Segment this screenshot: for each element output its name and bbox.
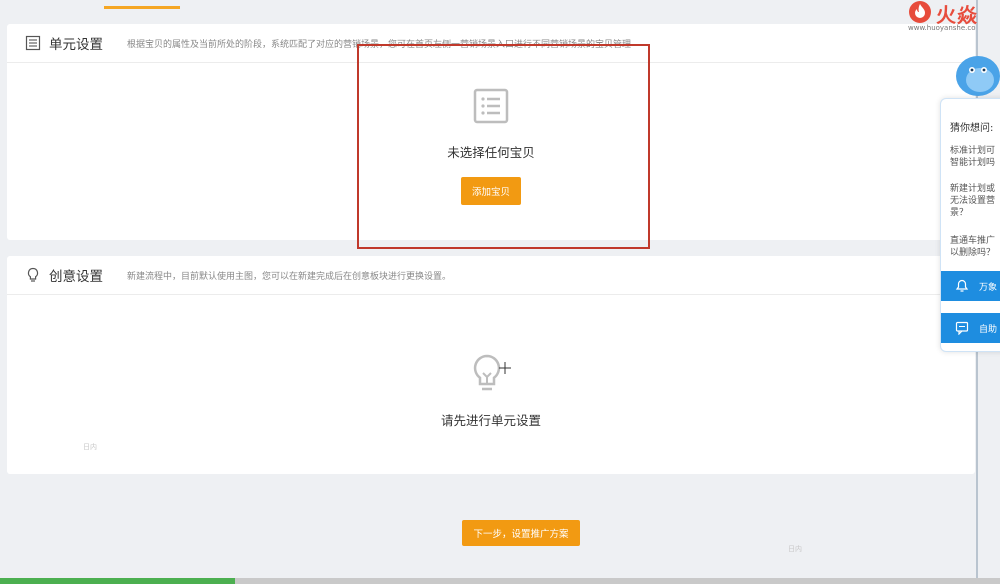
help-footer-label-2: 自助 [979, 324, 998, 335]
creative-settings-description: 新建流程中，目前默认使用主图，您可以在新建完成后在创意板块进行更换设置。 [127, 271, 452, 282]
bottom-progress-bar [0, 578, 1000, 584]
help-question-3-text: 直通车推广 以删除吗？ [950, 236, 996, 258]
lightbulb-icon [25, 267, 41, 283]
help-panel-title: 猜你想问: [950, 123, 994, 134]
next-step-button[interactable]: 下一步，设置推广方案 [462, 520, 580, 546]
help-footer-button-2[interactable]: 自助 [941, 313, 1000, 343]
assistant-mascot-icon[interactable] [950, 50, 1000, 102]
chat-icon [955, 321, 969, 335]
brand-logo: 火焱 www.huoyanshe.co [906, 0, 1000, 36]
highlight-annotation-box [357, 44, 650, 249]
help-question-2-text: 新建计划或 无法设置营 景？ [950, 184, 996, 218]
help-question-3[interactable]: 直通车推广 以删除吗？ [950, 235, 995, 259]
creative-settings-title: 创意设置 [49, 269, 103, 285]
help-panel: 猜你想问: 标准计划可 智能计划吗 新建计划或 无法设置营 景？ 直通车推广 以… [940, 98, 1000, 352]
faint-label-left: 日内 [83, 443, 97, 451]
creative-settings-card: 创意设置 新建流程中，目前默认使用主图，您可以在新建完成后在创意板块进行更换设置… [7, 256, 975, 474]
empty-lightbulb-icon [469, 354, 513, 398]
unit-settings-title: 单元设置 [49, 37, 103, 53]
help-footer-label-1: 万象 [979, 282, 998, 293]
list-icon [25, 35, 41, 51]
help-question-1-text: 标准计划可 智能计划吗 [950, 146, 996, 168]
help-question-1[interactable]: 标准计划可 智能计划吗 [950, 145, 995, 169]
active-tab-underline [104, 6, 180, 9]
bell-icon [955, 279, 969, 293]
logo-url: www.huoyanshe.co [908, 24, 976, 32]
help-footer-button-1[interactable]: 万象 [941, 271, 1000, 301]
help-question-2[interactable]: 新建计划或 无法设置营 景？ [950, 183, 995, 219]
bottom-progress-fill [0, 578, 235, 584]
faint-label-right: 日内 [788, 545, 802, 553]
creative-settings-header: 创意设置 新建流程中，目前默认使用主图，您可以在新建完成后在创意板块进行更换设置… [7, 256, 975, 295]
complete-unit-first-text: 请先进行单元设置 [440, 413, 541, 428]
creative-empty-state: 请先进行单元设置 [7, 354, 975, 429]
